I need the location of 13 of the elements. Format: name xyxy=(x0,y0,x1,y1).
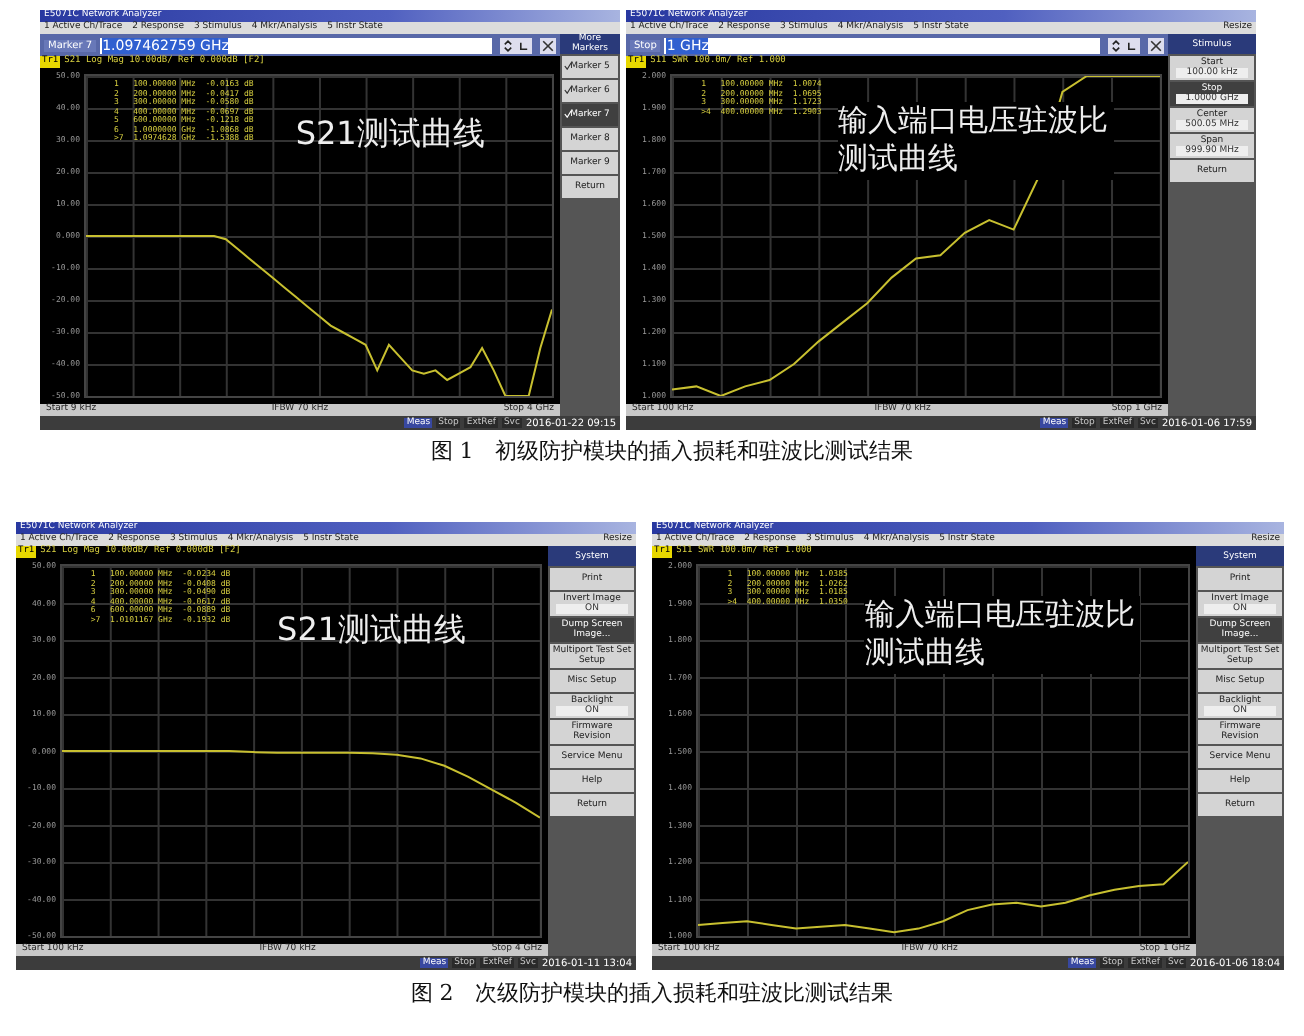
spin-buttons-icon[interactable] xyxy=(496,37,536,53)
overlay-caption: 输入端口电压驻波比测试曲线 xyxy=(837,101,1114,180)
check-icon xyxy=(564,86,572,94)
figure-caption: 图 1 初级防护模块的插入损耗和驻波比测试结果 xyxy=(428,436,916,468)
check-icon xyxy=(564,62,572,70)
close-icon[interactable] xyxy=(1148,37,1164,53)
spin-buttons-icon[interactable] xyxy=(1104,37,1144,53)
overlay-caption: S21测试曲线 xyxy=(295,114,485,157)
overlay-caption: S21测试曲线 xyxy=(277,610,467,653)
check-icon xyxy=(564,110,572,118)
close-icon[interactable] xyxy=(540,37,556,53)
figure-caption: 图 2 次级防护模块的插入损耗和驻波比测试结果 xyxy=(408,978,896,1010)
overlay-caption: 输入端口电压驻波比测试曲线 xyxy=(864,595,1141,674)
